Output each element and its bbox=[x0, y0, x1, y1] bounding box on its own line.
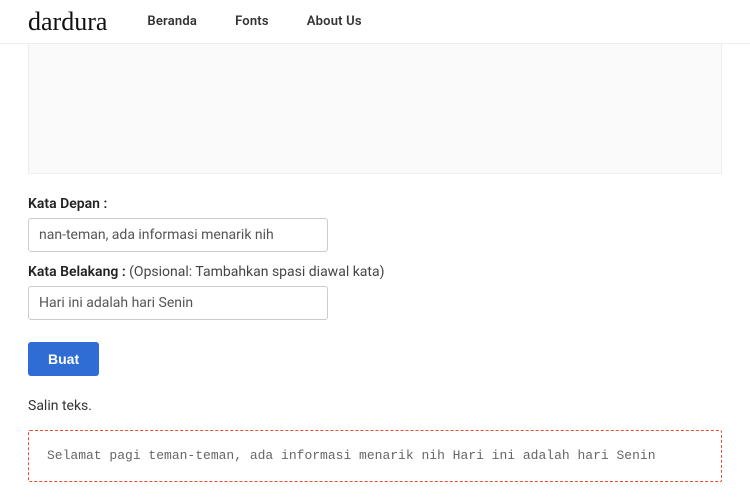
preview-area bbox=[28, 44, 722, 174]
nav-link-about[interactable]: About Us bbox=[307, 14, 362, 29]
main-content: Kata Depan : Kata Belakang : (Opsional: … bbox=[0, 44, 750, 482]
back-word-label: Kata Belakang : (Opsional: Tambahkan spa… bbox=[28, 264, 722, 280]
nav-link-fonts[interactable]: Fonts bbox=[235, 14, 269, 29]
brand-logo[interactable]: dardura bbox=[28, 7, 107, 37]
create-button[interactable]: Buat bbox=[28, 342, 99, 376]
output-box[interactable]: Selamat pagi teman-teman, ada informasi … bbox=[28, 430, 722, 482]
nav-link-beranda[interactable]: Beranda bbox=[147, 14, 197, 29]
copy-label[interactable]: Salin teks. bbox=[28, 398, 722, 414]
back-word-label-text: Kata Belakang : bbox=[28, 264, 126, 280]
back-word-optional-hint: (Opsional: Tambahkan spasi diawal kata) bbox=[126, 264, 385, 280]
front-word-input[interactable] bbox=[28, 218, 328, 252]
header: dardura Beranda Fonts About Us bbox=[0, 0, 750, 44]
front-word-label: Kata Depan : bbox=[28, 196, 722, 212]
back-word-input[interactable] bbox=[28, 286, 328, 320]
